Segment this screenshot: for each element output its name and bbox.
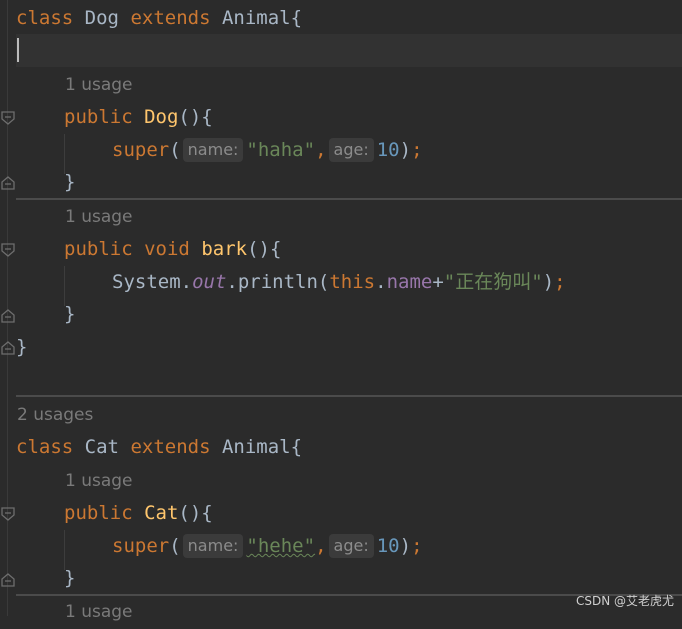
brace: {: [290, 7, 303, 29]
method-name: bark: [201, 238, 248, 260]
usage-hint[interactable]: 1 usage: [65, 69, 133, 102]
punctuation: (){: [178, 502, 213, 524]
code-line[interactable]: class Dog extends Animal{: [16, 2, 302, 35]
current-line-highlight: [16, 34, 682, 67]
code-line[interactable]: }: [64, 562, 75, 595]
fold-icon[interactable]: [0, 242, 16, 258]
code-line[interactable]: public void bark(){: [64, 233, 281, 266]
keyword: extends: [130, 436, 211, 458]
code-line[interactable]: System.out.println(this.name+"正在狗叫");: [112, 266, 566, 299]
fold-icon[interactable]: [0, 572, 16, 588]
class-name: Animal: [221, 7, 291, 29]
parameter-hint: name:: [182, 534, 244, 558]
parameter-hint: age:: [328, 138, 374, 162]
identifier: System.: [112, 271, 193, 293]
fold-icon[interactable]: [0, 110, 16, 126]
fold-icon[interactable]: [0, 340, 16, 356]
method-separator: [16, 198, 682, 200]
keyword: public: [64, 106, 133, 128]
string-literal: "haha": [246, 139, 316, 161]
code-line[interactable]: }: [16, 331, 27, 364]
usage-hint[interactable]: 1 usage: [65, 465, 133, 498]
class-name: Dog: [84, 7, 119, 29]
punctuation: ): [399, 535, 412, 557]
parameter-hint: name:: [182, 138, 244, 162]
string-literal: "hehe": [246, 535, 316, 557]
keyword: super: [112, 535, 170, 557]
punctuation: (: [169, 139, 181, 161]
operator: +: [432, 271, 444, 293]
fold-icon[interactable]: [0, 506, 16, 522]
keyword: public: [64, 238, 133, 260]
brace: {: [290, 436, 303, 458]
punctuation: (){: [178, 106, 213, 128]
text-caret: [17, 38, 19, 62]
code-line[interactable]: }: [64, 298, 75, 331]
brace: }: [64, 171, 76, 193]
watermark: CSDN @艾老虎尤: [575, 594, 674, 608]
method-name: Dog: [144, 106, 179, 128]
usage-hint[interactable]: 2 usages: [17, 399, 93, 432]
punctuation: ,: [315, 139, 327, 161]
punctuation: ): [399, 139, 412, 161]
usage-hint[interactable]: 1 usage: [65, 596, 133, 629]
method-name: Cat: [144, 502, 179, 524]
punctuation: ,: [315, 535, 327, 557]
keyword: void: [144, 238, 190, 260]
string-literal: "正在狗叫": [443, 271, 543, 293]
number-literal: 10: [376, 139, 400, 161]
usage-hint[interactable]: 1 usage: [65, 201, 133, 234]
method-call: .println(: [226, 271, 330, 293]
static-field: out: [192, 271, 227, 293]
parameter-hint: age:: [328, 534, 374, 558]
keyword: class: [16, 436, 74, 458]
punctuation: ;: [554, 271, 566, 293]
brace: }: [64, 303, 76, 325]
class-name: Animal: [221, 436, 291, 458]
keyword: public: [64, 502, 133, 524]
punctuation: (){: [247, 238, 282, 260]
punctuation: ;: [411, 139, 423, 161]
fold-icon[interactable]: [0, 175, 16, 191]
class-name: Cat: [84, 436, 119, 458]
punctuation: ): [542, 271, 555, 293]
punctuation: ;: [411, 535, 423, 557]
brace: }: [16, 336, 28, 358]
code-line[interactable]: super(name: "hehe", age: 10);: [112, 530, 423, 563]
class-separator: [16, 395, 682, 397]
keyword: extends: [130, 7, 211, 29]
keyword: this: [329, 271, 376, 293]
keyword: super: [112, 139, 170, 161]
punctuation: (: [169, 535, 181, 557]
code-line[interactable]: }: [64, 166, 75, 199]
code-line[interactable]: super(name: "haha", age: 10);: [112, 134, 423, 167]
code-line[interactable]: public Dog(){: [64, 101, 213, 134]
number-literal: 10: [376, 535, 400, 557]
fold-icon[interactable]: [0, 308, 16, 324]
punctuation: .: [375, 271, 387, 293]
keyword: class: [16, 7, 74, 29]
brace: }: [64, 567, 76, 589]
field-name: name: [386, 271, 433, 293]
code-line[interactable]: public Cat(){: [64, 497, 213, 530]
code-line[interactable]: class Cat extends Animal{: [16, 431, 302, 464]
